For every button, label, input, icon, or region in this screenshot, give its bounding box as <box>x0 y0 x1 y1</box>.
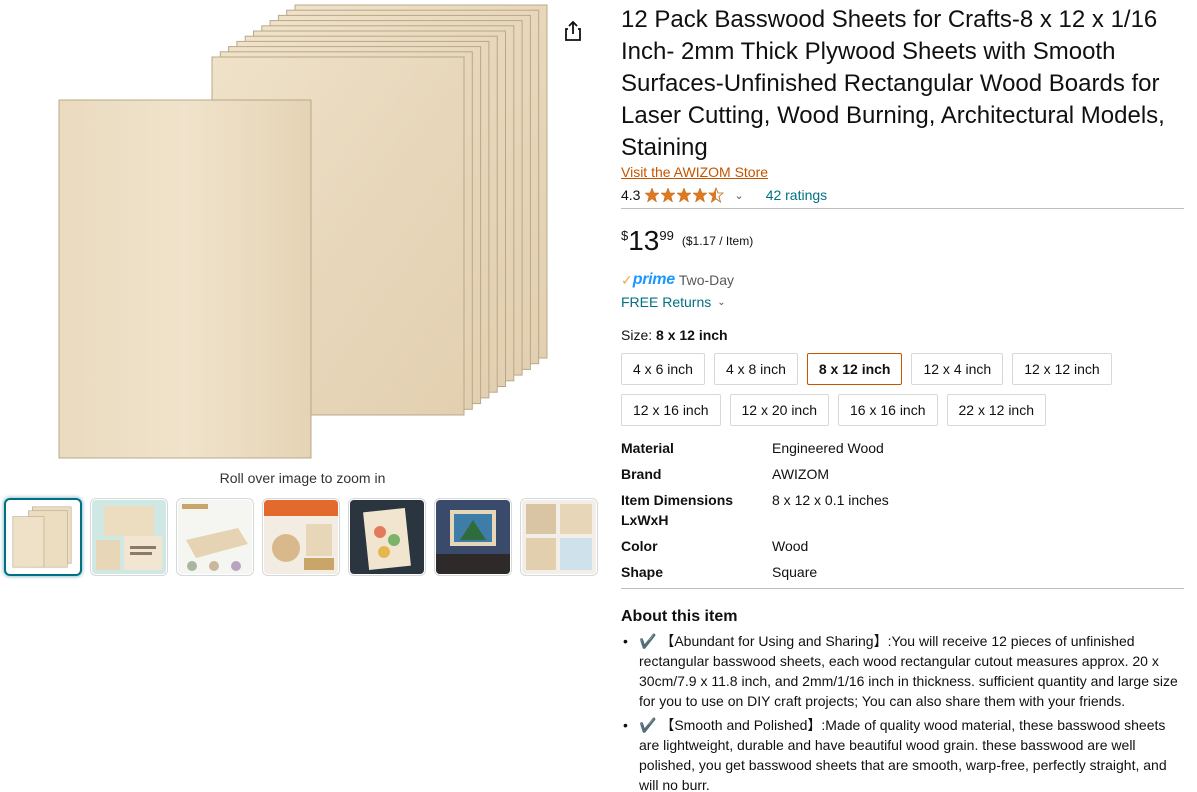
prime-speed: Two-Day <box>678 272 735 288</box>
free-returns-link[interactable]: FREE Returns ⌄ <box>621 293 1185 311</box>
main-product-image[interactable] <box>55 0 555 462</box>
price-symbol: $ <box>621 228 629 243</box>
star-icon <box>692 187 709 203</box>
size-label-prefix: Size: <box>621 327 657 343</box>
spec-key: Material <box>621 440 674 456</box>
thumb-uses-collage[interactable] <box>520 498 598 576</box>
ratings-count-link[interactable]: 42 ratings <box>766 187 827 203</box>
about-bullet: ✔️ 【Abundant for Using and Sharing】:You … <box>621 631 1185 711</box>
spec-row: Brand AWIZOM <box>621 464 1184 484</box>
spec-key: Color <box>621 538 658 554</box>
star-rating[interactable] <box>644 187 725 203</box>
price-whole: 13 <box>628 225 660 256</box>
spec-row: Color Wood <box>621 536 1184 556</box>
star-icon <box>660 187 677 203</box>
spec-row: Item Dimensions LxWxH 8 x 12 x 0.1 inches <box>621 490 1184 530</box>
spec-key: Item Dimensions LxWxH <box>621 492 734 528</box>
size-option-button[interactable]: 12 x 12 inch <box>1012 353 1112 385</box>
rating-row: 4.3 ⌄ 42 ratings <box>621 186 1185 206</box>
spec-value: Square <box>772 564 818 580</box>
spec-value: AWIZOM <box>772 466 830 482</box>
spec-key: Brand <box>621 466 662 482</box>
size-selected: 8 x 12 inch <box>656 327 728 343</box>
share-icon[interactable] <box>560 18 586 44</box>
spec-value: 8 x 12 x 0.1 inches <box>772 492 889 508</box>
size-option-button[interactable]: 8 x 12 inch <box>806 353 903 385</box>
thumb-sheets-stack[interactable] <box>4 498 82 576</box>
store-link[interactable]: Visit the AWIZOM Store <box>621 164 768 180</box>
chevron-down-icon: ⌄ <box>717 296 726 308</box>
spec-table: Material Engineered Wood Brand AWIZOM Item D… <box>621 438 1184 582</box>
price-fraction: 99 <box>659 228 674 243</box>
spec-value: Engineered Wood <box>772 440 884 456</box>
divider <box>621 208 1184 209</box>
prime-logo: prime <box>632 271 675 288</box>
zoom-hint: Roll over image to zoom in <box>219 470 386 486</box>
thumb-product-details[interactable] <box>176 498 254 576</box>
star-icon <box>676 187 693 203</box>
size-options: 4 x 6 inch 4 x 8 inch 8 x 12 inch 12 x 4 in… <box>621 353 1161 426</box>
prime-badge: ✓ prime Two-Day <box>621 271 1185 289</box>
about-title: About this item <box>621 608 738 625</box>
spec-value: Wood <box>772 538 809 554</box>
prime-check-icon: ✓ <box>621 271 633 288</box>
thumb-diy-crafts[interactable] <box>262 498 340 576</box>
size-option-button[interactable]: 4 x 6 inch <box>621 353 705 385</box>
spec-row: Shape Square <box>621 562 1184 582</box>
about-bullets: ✔️ 【Abundant for Using and Sharing】:You … <box>621 631 1185 792</box>
chevron-down-icon[interactable]: ⌄ <box>734 189 743 202</box>
size-label: Size: 8 x 12 inch <box>621 327 1185 345</box>
image-gallery: Roll over image to zoom in <box>0 0 605 600</box>
star-half-icon <box>708 187 725 203</box>
thumb-sheets-label[interactable] <box>90 498 168 576</box>
size-option-button[interactable]: 12 x 16 inch <box>621 394 721 426</box>
price: $ 13 99 ($1.17 / Item) <box>621 223 1185 257</box>
thumbnail-strip <box>4 498 598 576</box>
thumb-painted-sheet[interactable] <box>348 498 426 576</box>
spec-row: Material Engineered Wood <box>621 438 1184 458</box>
size-option-button[interactable]: 12 x 4 inch <box>911 353 1004 385</box>
star-icon <box>644 187 661 203</box>
unit-price: ($1.17 / Item) <box>681 234 754 248</box>
thumb-framed-art[interactable] <box>434 498 512 576</box>
spec-key: Shape <box>621 564 664 580</box>
size-option-button[interactable]: 4 x 8 inch <box>713 353 798 385</box>
about-bullet: ✔️ 【Smooth and Polished】:Made of quality… <box>621 715 1185 792</box>
divider <box>621 588 1184 589</box>
rating-value: 4.3 <box>621 187 641 203</box>
product-details: 12 Pack Basswood Sheets for Crafts-8 x 1… <box>621 0 1185 792</box>
size-option-button[interactable]: 12 x 20 inch <box>729 394 829 426</box>
free-returns-label: FREE Returns <box>621 294 712 310</box>
product-title: 12 Pack Basswood Sheets for Crafts-8 x 1… <box>621 6 1165 161</box>
size-option-button[interactable]: 22 x 12 inch <box>946 394 1046 426</box>
size-option-button[interactable]: 16 x 16 inch <box>838 394 938 426</box>
